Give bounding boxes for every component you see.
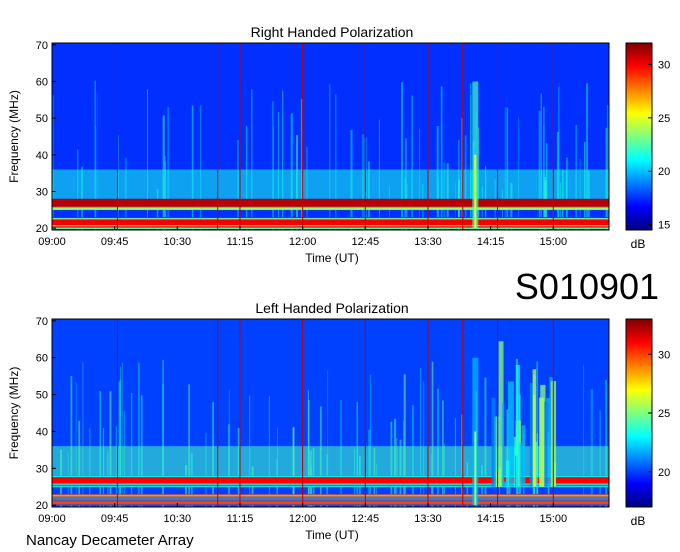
x-tick-label: 14:15 — [477, 513, 505, 525]
x-axis-label: Time (UT) — [305, 251, 359, 265]
x-tick-label: 12:00 — [289, 236, 317, 248]
band-streak — [52, 484, 609, 486]
x-tick-label: 09:45 — [101, 513, 129, 525]
striation — [200, 105, 202, 230]
colorbar-tick-label: 30 — [658, 349, 670, 361]
y-tick-label: 20 — [36, 500, 48, 512]
chart-title: Left Handed Polarization — [255, 300, 408, 316]
band-streak — [52, 498, 609, 500]
y-tick-label: 20 — [36, 223, 48, 235]
x-tick-label: 15:00 — [540, 236, 568, 248]
spectrogram-plot — [52, 319, 609, 507]
striation — [191, 105, 194, 230]
burst-core — [474, 431, 477, 506]
storm-burst — [521, 425, 526, 487]
band-streak — [52, 486, 609, 488]
y-tick-label: 60 — [36, 353, 48, 365]
y-tick-label: 40 — [36, 150, 48, 162]
id-label: S010901 — [515, 266, 659, 307]
striation — [118, 381, 120, 507]
band-streak — [52, 500, 609, 502]
spectrogram-figure: Right Handed Polarization 09:00 09:45 10:3… — [7, 24, 670, 549]
striation — [506, 107, 509, 230]
striation — [423, 381, 425, 507]
y-tick-label: 70 — [36, 316, 48, 328]
panel-left-polarization: Left Handed Polarization 09:00 09:45 10:30… — [7, 300, 670, 542]
storm-burst — [491, 398, 496, 487]
burst-core — [474, 154, 477, 229]
storm-burst — [538, 397, 545, 487]
band-streak — [52, 206, 609, 208]
x-axis-label: Time (UT) — [305, 528, 359, 542]
x-tick-label: 13:30 — [414, 236, 442, 248]
x-tick-label: 13:30 — [414, 513, 442, 525]
footer-label: Nancay Decameter Array — [26, 532, 194, 549]
y-tick-label: 30 — [36, 463, 48, 475]
x-tick-label: 15:00 — [540, 513, 568, 525]
y-tick-label: 30 — [36, 187, 48, 199]
band-streak — [52, 227, 609, 229]
colorbar-label: dB — [631, 514, 646, 528]
y-axis-label: Frequency (MHz) — [7, 367, 21, 460]
x-tick-label: 10:30 — [164, 513, 192, 525]
x-tick-label: 11:15 — [227, 513, 254, 525]
striation — [504, 107, 507, 230]
storm-burst — [544, 401, 548, 487]
striation — [272, 101, 274, 231]
band-streak — [52, 495, 609, 497]
x-tick-label: 11:15 — [227, 236, 254, 248]
storm-burst — [502, 402, 505, 487]
y-tick-label: 70 — [36, 40, 48, 52]
colorbar-tick-label: 20 — [658, 467, 670, 479]
lowfreq-glow — [52, 169, 609, 199]
x-tick-label: 12:45 — [352, 513, 380, 525]
storm-burst — [515, 364, 520, 487]
x-tick-label: 09:00 — [38, 513, 66, 525]
band-streak — [52, 208, 609, 210]
band-streak — [52, 504, 609, 506]
striation — [75, 382, 77, 507]
panel-right-polarization: Right Handed Polarization 09:00 09:45 10:3… — [7, 24, 670, 265]
colorbar-tick-label: 25 — [658, 408, 670, 420]
storm-burst — [532, 369, 537, 487]
y-tick-label: 60 — [36, 77, 48, 89]
striation — [167, 107, 170, 230]
x-tick-label: 09:45 — [101, 236, 129, 248]
colorbar-tick-label: 20 — [658, 166, 670, 178]
band-streak — [52, 225, 609, 227]
lowfreq-glow — [52, 446, 609, 476]
striation — [188, 384, 190, 507]
x-tick-label: 14:15 — [477, 236, 505, 248]
band-streak — [52, 476, 609, 478]
chart-title: Right Handed Polarization — [251, 24, 414, 40]
y-axis-label: Frequency (MHz) — [7, 90, 21, 183]
x-tick-label: 10:30 — [164, 236, 192, 248]
colorbar-label: dB — [631, 237, 646, 251]
striation — [484, 377, 487, 507]
colorbar-tick-label: 25 — [658, 113, 670, 125]
y-tick-label: 50 — [36, 113, 48, 125]
x-tick-label: 09:00 — [38, 236, 66, 248]
striation — [162, 383, 164, 507]
y-tick-label: 50 — [36, 390, 48, 402]
y-tick-label: 40 — [36, 426, 48, 438]
colorbar-tick-label: 30 — [658, 59, 670, 71]
colorbar — [625, 42, 653, 231]
x-tick-label: 12:45 — [352, 236, 380, 248]
colorbar-tick-label: 15 — [658, 220, 670, 232]
band-streak — [52, 218, 609, 220]
spectrogram-plot — [52, 43, 609, 231]
x-tick-label: 12:00 — [289, 513, 317, 525]
striation — [605, 379, 607, 507]
